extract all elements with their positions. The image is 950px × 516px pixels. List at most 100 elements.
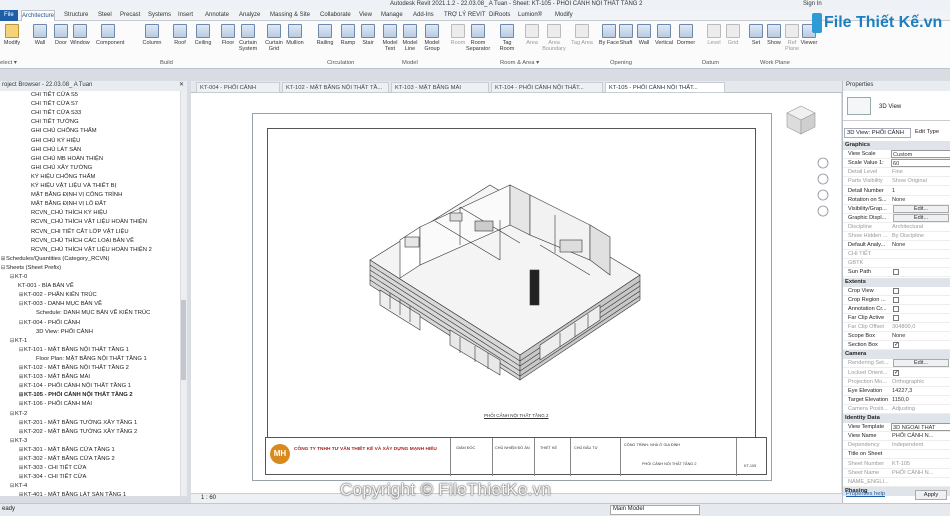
column-button[interactable]: Column (140, 24, 164, 46)
property-row[interactable]: Rotation on S... None (843, 196, 950, 205)
tree-item[interactable]: ⊞KT-302 - MẶT BẰNG CỬA TẦNG 2 (18, 455, 115, 464)
document-tab[interactable]: KT-102 - MẶT BẰNG NỘI THẤT TẦ... (282, 82, 389, 93)
tab-massing-site[interactable]: Massing & Site (270, 10, 310, 21)
property-value[interactable]: None (891, 241, 950, 250)
project-browser-scrollbar[interactable] (180, 91, 187, 496)
model-line-button[interactable]: Model Line (398, 24, 422, 52)
tab-diroots[interactable]: DiRoots (489, 10, 510, 21)
property-section-extents[interactable]: Extents (843, 277, 950, 287)
property-value[interactable]: 304800,0 (891, 323, 950, 332)
tree-item[interactable]: ⊞KT-303 - CHI TIẾT CỬA (18, 464, 87, 473)
window-button[interactable]: Window (68, 24, 92, 46)
property-value[interactable]: Independent (891, 441, 950, 450)
property-value[interactable]: 14227,3 (891, 387, 950, 396)
property-row[interactable]: Dependency Independent (843, 441, 950, 451)
property-row[interactable]: Graphic Displ... Edit... (843, 213, 950, 223)
property-value[interactable]: Adjusting (891, 405, 950, 414)
property-row[interactable]: Sun Path (843, 268, 950, 278)
tab-precast[interactable]: Precast (120, 10, 140, 21)
tree-item[interactable]: GHI CHÚ LÁT SÀN (31, 146, 81, 155)
property-row[interactable]: Scale Value 1: 60 (843, 159, 950, 169)
tree-item[interactable]: RCVN_CHÚ THÍCH CÁC LOẠI BẢN VẼ (31, 237, 134, 246)
property-row[interactable]: View Template 3D NGOAI THAT (843, 423, 950, 433)
dormer-button[interactable]: Dormer (674, 24, 698, 46)
tree-item[interactable]: ⊞KT-106 - PHỐI CẢNH MÁI (18, 400, 92, 409)
property-value[interactable]: PHỐI CẢNH N... (891, 432, 950, 441)
tree-item[interactable]: MẶT BẰNG ĐỊNH VỊ CÔNG TRÌNH (31, 191, 122, 200)
property-value[interactable]: Architectural (891, 223, 950, 232)
tree-item[interactable]: KÝ HIỆU VẬT LIỆU VÀ THIẾT BỊ (31, 182, 116, 191)
property-section-identity-data[interactable]: Identity Data (843, 414, 950, 423)
property-checkbox[interactable] (893, 314, 899, 321)
property-row[interactable]: Camera Positi... Adjusting (843, 405, 950, 414)
property-value[interactable]: None (891, 332, 950, 341)
tree-item[interactable]: ⊟KT-003 - DANH MỤC BẢN VẼ (18, 300, 102, 309)
tab-view[interactable]: View (359, 10, 372, 21)
property-value[interactable]: None (891, 196, 950, 205)
tab-collaborate[interactable]: Collaborate (320, 10, 351, 21)
property-row[interactable]: Show Hidden ... By Discipline (843, 232, 950, 241)
tree-item[interactable]: KÝ HIỆU CHỐNG THẤM (31, 173, 95, 182)
document-tab[interactable]: KT-004 - PHỐI CẢNH (196, 82, 280, 93)
property-row[interactable]: Projection Mo... Orthographic (843, 378, 950, 387)
tree-item[interactable]: GHI CHÚ CHỐNG THẤM (31, 127, 97, 136)
tree-item[interactable]: KT-001 - BÌA BẢN VẼ (18, 282, 74, 291)
railing-button[interactable]: Railing (313, 24, 337, 46)
property-value[interactable]: KT-105 (891, 460, 950, 469)
property-section-graphics[interactable]: Graphics (843, 141, 950, 150)
property-row[interactable]: Detail Level Fine (843, 168, 950, 178)
apply-button[interactable]: Apply (915, 490, 947, 500)
tab-architecture[interactable]: Architecture (21, 10, 56, 21)
property-row[interactable]: Discipline Architectural (843, 223, 950, 232)
tree-item[interactable]: ⊞KT-304 - CHI TIẾT CỬA (18, 473, 87, 482)
tree-item[interactable]: Floor Plan: MẶT BẰNG NỘI THẤT TẦNG 1 (36, 355, 147, 364)
view-scale[interactable]: 1 : 60 (201, 495, 216, 501)
tree-item[interactable]: MẶT BẰNG ĐỊNH VỊ LÔ ĐẤT (31, 200, 107, 209)
tab-tro-ly-revit[interactable]: TRỢ LÝ REVIT (444, 10, 485, 21)
tree-item[interactable]: CHI TIẾT CỬA S7 (31, 100, 78, 109)
property-row[interactable]: Crop View (843, 287, 950, 296)
property-row[interactable]: Eye Elevation 14227,3 (843, 387, 950, 396)
property-row[interactable]: Locked Orient... (843, 369, 950, 378)
sign-in-link[interactable]: Sign In (803, 1, 822, 7)
property-row[interactable]: CHI TIẾT (843, 250, 950, 260)
property-value[interactable]: Show Original (891, 177, 950, 186)
tree-item[interactable]: ⊟KT-0 (9, 273, 28, 282)
tree-item[interactable]: ⊞KT-301 - MẶT BẰNG CỬA TẦNG 1 (18, 446, 115, 455)
room-separator-button[interactable]: Room Separator (466, 24, 490, 52)
stair-button[interactable]: Stair (356, 24, 380, 46)
grid-button[interactable]: Grid (721, 24, 745, 46)
tree-item[interactable]: ⊟KT-3 (9, 437, 28, 446)
area-button[interactable]: Area (520, 24, 544, 46)
property-row[interactable]: Detail Number 1 (843, 187, 950, 196)
property-value[interactable]: Custom (891, 150, 950, 159)
mullion-button[interactable]: Mullion (283, 24, 307, 46)
document-tab[interactable]: KT-105 - PHỐI CẢNH NỘI THẤT... (605, 82, 725, 93)
property-checkbox[interactable] (893, 305, 899, 312)
tree-item[interactable]: GHI CHÚ KÝ HIỆU (31, 137, 80, 146)
properties-help-link[interactable]: Properties help (846, 491, 885, 497)
tag-area-button[interactable]: Tag Area (570, 24, 594, 46)
tree-item[interactable]: GHI CHÚ XÂY TƯỜNG (31, 164, 92, 173)
tree-item[interactable]: ⊟KT-1 (9, 337, 28, 346)
tab-structure[interactable]: Structure (64, 10, 88, 21)
close-icon[interactable]: ✕ (179, 81, 184, 88)
component-button[interactable]: Component (96, 24, 124, 46)
tree-item[interactable]: CHI TIẾT CỬA S5 (31, 91, 78, 100)
tab-annotate[interactable]: Annotate (205, 10, 229, 21)
area-boundary-button[interactable]: Area Boundary (542, 24, 566, 52)
document-tab[interactable]: KT-103 - MẶT BẰNG MÁI (391, 82, 489, 93)
document-tab[interactable]: KT-104 - PHỐI CẢNH NỘI THẤT... (491, 82, 603, 93)
property-row[interactable]: Sheet Name PHỐI CẢNH N... (843, 469, 950, 478)
tag-room-button[interactable]: Tag Room (495, 24, 519, 52)
property-row[interactable]: GBTK (843, 259, 950, 269)
property-row[interactable]: Far Clip Offset 304800,0 (843, 323, 950, 332)
tab-modify[interactable]: Modify (555, 10, 573, 21)
property-row[interactable]: Title on Sheet (843, 450, 950, 460)
navigation-bar[interactable] (815, 155, 831, 225)
property-row[interactable]: Visibility/Grap... Edit... (843, 204, 950, 214)
view-cube[interactable] (784, 103, 818, 137)
property-checkbox[interactable] (893, 369, 899, 378)
tree-item[interactable]: ⊞KT-201 - MẶT BẰNG TƯỜNG XÂY TẦNG 1 (18, 419, 138, 428)
property-row[interactable]: Annotation Cr... (843, 305, 950, 314)
